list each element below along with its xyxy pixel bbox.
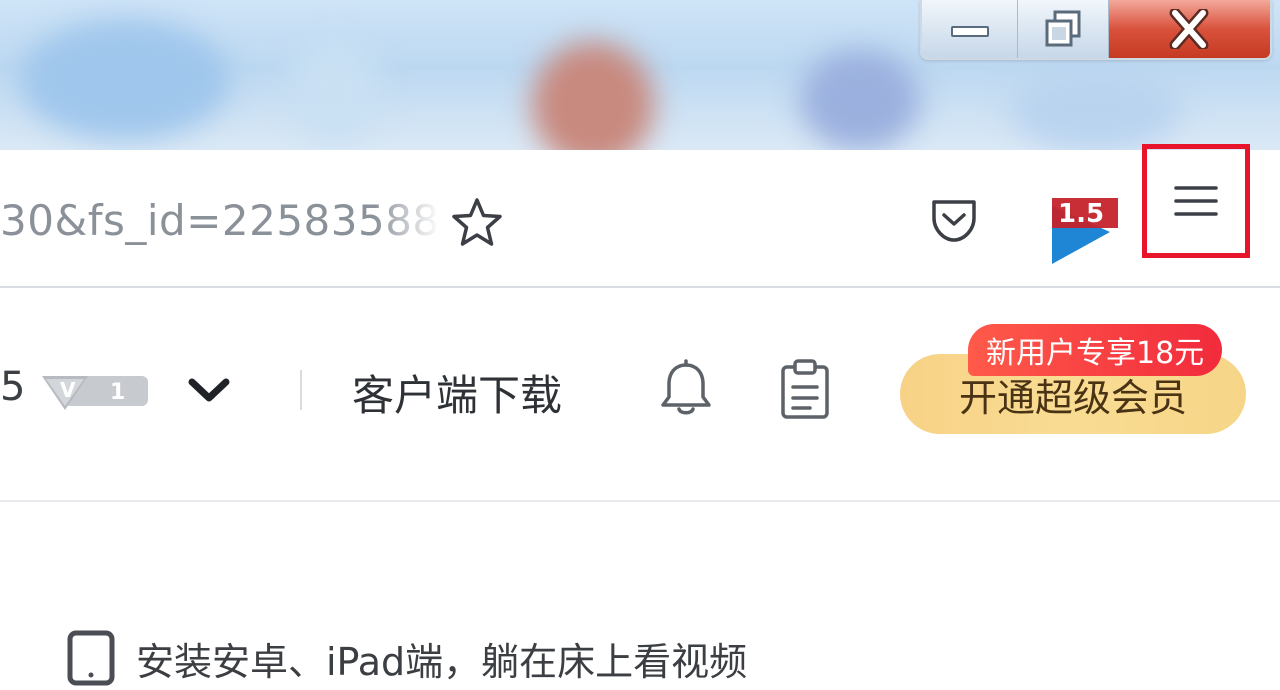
tablet-icon <box>67 630 115 686</box>
vip-level-badge: V 1 <box>42 376 148 410</box>
minimize-icon <box>950 26 989 37</box>
mobile-app-promo-text: 安装安卓、iPad端，躺在床上看视频 <box>136 639 748 684</box>
bookmark-star-button[interactable] <box>448 194 506 252</box>
clipboard-icon <box>781 359 829 419</box>
username-fragment: 5 <box>0 364 26 410</box>
restore-button[interactable] <box>1018 0 1109 58</box>
bell-icon <box>661 359 711 415</box>
main-menu-button[interactable] <box>1142 144 1250 258</box>
vip-v-glyph: V <box>60 378 76 402</box>
star-icon <box>452 198 502 246</box>
site-header: 5 V 1 客户端下载 开通超级会员 新用户专享18元 <box>0 288 1280 502</box>
title-bar <box>0 0 1280 150</box>
mobile-app-promo[interactable]: 安装安卓、iPad端，躺在床上看视频 <box>66 630 747 686</box>
new-user-promo-badge: 新用户专享18元 <box>968 324 1223 376</box>
tasks-button[interactable] <box>776 356 834 422</box>
address-bar: 30&fs_id=22583588 1.5 <box>0 144 1280 288</box>
window-controls <box>920 0 1272 60</box>
close-button[interactable] <box>1108 0 1270 58</box>
chevron-down-icon[interactable] <box>184 370 234 410</box>
close-icon <box>1169 9 1209 49</box>
header-divider <box>300 370 302 410</box>
minimize-button[interactable] <box>922 0 1019 58</box>
notifications-button[interactable] <box>656 358 716 420</box>
browser-window: 30&fs_id=22583588 1.5 5 V 1 客户端下载 开通超级会员… <box>0 0 1280 690</box>
pocket-icon <box>932 200 976 242</box>
client-download-link[interactable]: 客户端下载 <box>352 362 562 423</box>
hamburger-menu-icon <box>1174 186 1218 216</box>
restore-icon <box>1045 10 1081 47</box>
url-field[interactable]: 30&fs_id=22583588 <box>0 196 440 245</box>
speed-badge-label: 1.5 <box>1058 199 1104 229</box>
speed-extension-button[interactable]: 1.5 <box>1046 176 1122 266</box>
speed-badge-icon: 1.5 <box>1052 198 1118 264</box>
pocket-button[interactable] <box>926 192 982 248</box>
vip-level-number: 1 <box>110 380 125 405</box>
